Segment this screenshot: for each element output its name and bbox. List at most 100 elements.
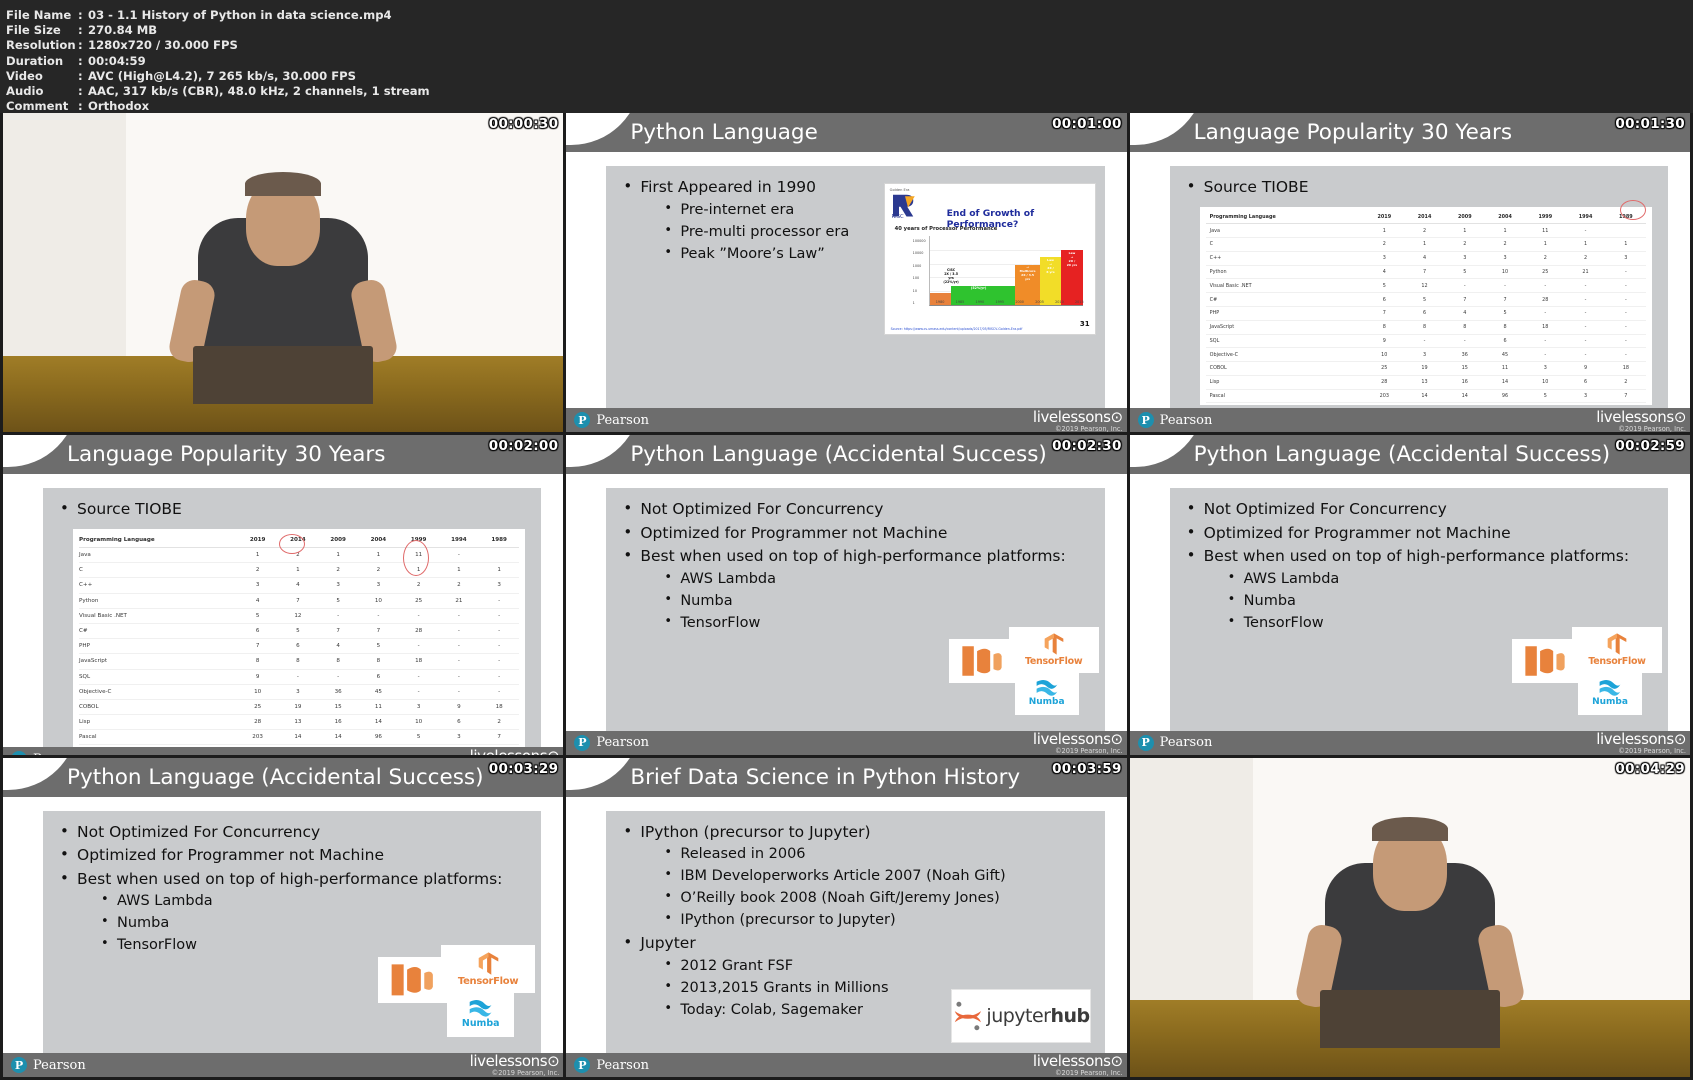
bullet-list: Not Optimized For ConcurrencyOptimized f…: [43, 811, 541, 957]
tiobe-cell: 3: [237, 577, 278, 594]
bullet-list: Not Optimized For ConcurrencyOptimized f…: [606, 488, 1104, 634]
tiobe-cell: 6: [438, 714, 480, 731]
slide-title: Language Popularity 30 Years: [1193, 120, 1513, 145]
tiobe-cell: 9: [1565, 361, 1606, 376]
livelessons-logo: livelessons⊙©2019 Pearson, Inc.: [1033, 731, 1123, 755]
file-info-value: 03 - 1.1 History of Python in data scien…: [88, 8, 392, 22]
moore-subtitle: 40 years of Processor Performance: [894, 226, 998, 232]
slide: Brief Data Science in Python History IPyt…: [566, 757, 1127, 1077]
file-info-row: File Name:03 - 1.1 History of Python in …: [6, 8, 1693, 23]
table-row: Objective-C 10 3 36 45- - -: [79, 684, 520, 700]
video-person-hair: [245, 172, 322, 197]
file-info-key: Audio: [6, 84, 44, 99]
thumbnail-7[interactable]: Python Language (Accidental Success) Not …: [3, 757, 564, 1077]
tiobe-cell: 2: [1565, 251, 1606, 266]
moore-y-tick: 10000: [912, 251, 924, 256]
table-row: Java 1 2 1 1 11-: [1205, 223, 1646, 239]
thumbnail-3[interactable]: Language Popularity 30 Years Source TIOBE…: [1129, 113, 1690, 433]
tiobe-cell: PHP: [79, 638, 238, 655]
platform-logos: TensorFlow Numba: [377, 944, 536, 1040]
thumbnail-4[interactable]: Language Popularity 30 Years Source TIOBE…: [3, 435, 564, 755]
copyright-text: ©2019 Pearson, Inc.: [1618, 424, 1686, 433]
tiobe-cell: 11: [398, 547, 439, 564]
pearson-wordmark: Pearson: [33, 1057, 86, 1073]
moore-page-number: 31: [1079, 320, 1090, 328]
timestamp-label: 00:04:29: [1615, 760, 1685, 777]
tiobe-cell: -: [438, 608, 480, 624]
tiobe-cell: Visual Basic .NET: [79, 608, 238, 624]
tiobe-column-header: 1999: [1525, 210, 1566, 225]
tiobe-cell: 45: [358, 684, 399, 700]
slide-title-bar: Language Popularity 30 Years: [3, 435, 564, 475]
thumbnail-8[interactable]: Brief Data Science in Python History IPyt…: [566, 757, 1127, 1077]
tiobe-cell: Lisp: [79, 714, 238, 731]
tiobe-cell: -: [479, 653, 520, 670]
tiobe-cell: -: [1565, 292, 1606, 307]
sub-bullet-item: O’Reilly book 2008 (Noah Gift/Jeremy Jon…: [662, 886, 1094, 909]
video-laptop: [1319, 990, 1500, 1049]
tiobe-cell: -: [479, 623, 520, 640]
tiobe-cell: 3: [358, 577, 399, 594]
tensorflow-logo: TensorFlow: [1571, 626, 1662, 673]
thumbnail-grid: 00:00:30 Python Language First Appeared in…: [0, 113, 1693, 1080]
tiobe-cell: -: [438, 547, 480, 564]
thumbnail-5[interactable]: Python Language (Accidental Success) Not …: [566, 435, 1127, 755]
tiobe-cell: 1: [1404, 237, 1445, 252]
video-frame: [3, 113, 564, 433]
tiobe-cell: COBOL: [79, 699, 238, 716]
tiobe-cell: 6: [277, 638, 319, 655]
tiobe-column-header: 2004: [1484, 210, 1526, 225]
tiobe-cell: 1: [1605, 237, 1646, 252]
thumbnail-1[interactable]: 00:00:30: [3, 113, 564, 433]
thumbnail-6[interactable]: Python Language (Accidental Success) Not …: [1129, 435, 1690, 755]
tiobe-cell: 14: [1404, 389, 1445, 404]
thumbnail-9[interactable]: 00:04:29: [1129, 757, 1690, 1077]
table-row: C2122111: [79, 562, 520, 579]
tiobe-cell: 16: [1444, 375, 1485, 390]
tiobe-cell: 28: [398, 623, 439, 640]
pearson-mark-icon: P: [11, 751, 27, 755]
tensorflow-logo: TensorFlow: [1008, 626, 1099, 673]
bullet-list: Source TIOBE: [1170, 166, 1668, 199]
tiobe-cell: -: [318, 669, 359, 685]
tiobe-column-header: 2014: [1404, 210, 1445, 225]
slide-footer: P Pearson livelessons⊙©2019 Pearson, Inc.: [3, 1052, 564, 1077]
tiobe-cell: -: [479, 669, 520, 685]
sub-bullet-item: Numba: [662, 589, 1094, 612]
file-info-separator: :: [78, 68, 83, 83]
table-row: Lisp 28 13 16 14 10 6 2: [79, 714, 520, 731]
table-row: JavaScript 8 8 8 8 18- -: [1205, 320, 1646, 335]
file-info-separator: :: [78, 23, 83, 38]
livelessons-wordmark: livelessons⊙: [469, 1052, 560, 1071]
slide-footer: P Pearson livelessons⊙©2019 Pearson, Inc.: [3, 747, 564, 755]
copyright-text: ©2019 Pearson, Inc.: [1618, 746, 1686, 755]
tiobe-cell: 6: [1565, 375, 1606, 390]
tiobe-cell: 25: [398, 593, 439, 609]
file-info-panel: File Name:03 - 1.1 History of Python in …: [0, 0, 1693, 113]
tiobe-cell: 7: [1364, 306, 1405, 321]
slide-title: Python Language (Accidental Success): [1193, 442, 1611, 468]
tiobe-cell: 7: [358, 623, 399, 640]
tiobe-cell: -: [398, 684, 439, 700]
moore-x-tick: 1980: [935, 300, 945, 304]
sub-bullet-list: AWS LambdaNumbaTensorFlow: [1204, 567, 1658, 634]
file-info-row: Resolution:1280x720 / 30.000 FPS: [6, 38, 1693, 53]
tiobe-cell: 3: [318, 577, 359, 594]
tiobe-cell: 19: [277, 699, 319, 716]
platform-logos: TensorFlow Numba: [948, 626, 1099, 717]
bullet-item: Optimized for Programmer not Machine: [57, 843, 531, 867]
tiobe-cell: JavaScript: [1205, 320, 1365, 335]
tiobe-cell: 2: [1525, 251, 1566, 266]
table-row: C# 6 5 7 7 28- -: [79, 623, 520, 640]
sub-bullet-list: AWS LambdaNumbaTensorFlow: [640, 567, 1094, 634]
moore-x-tick: 2010: [1055, 300, 1064, 304]
tiobe-cell: 12: [1404, 278, 1445, 294]
tiobe-cell: Pascal: [1205, 389, 1365, 404]
tiobe-cell: JavaScript: [79, 653, 238, 670]
tiobe-cell: 3: [1484, 251, 1526, 266]
thumbnail-2[interactable]: Python Language First Appeared in 1990Pre…: [566, 113, 1127, 433]
tiobe-cell: [1605, 223, 1646, 239]
slide-title: Language Popularity 30 Years: [67, 442, 386, 468]
tiobe-cell: 8: [237, 653, 278, 670]
pearson-mark-icon: P: [574, 412, 591, 429]
